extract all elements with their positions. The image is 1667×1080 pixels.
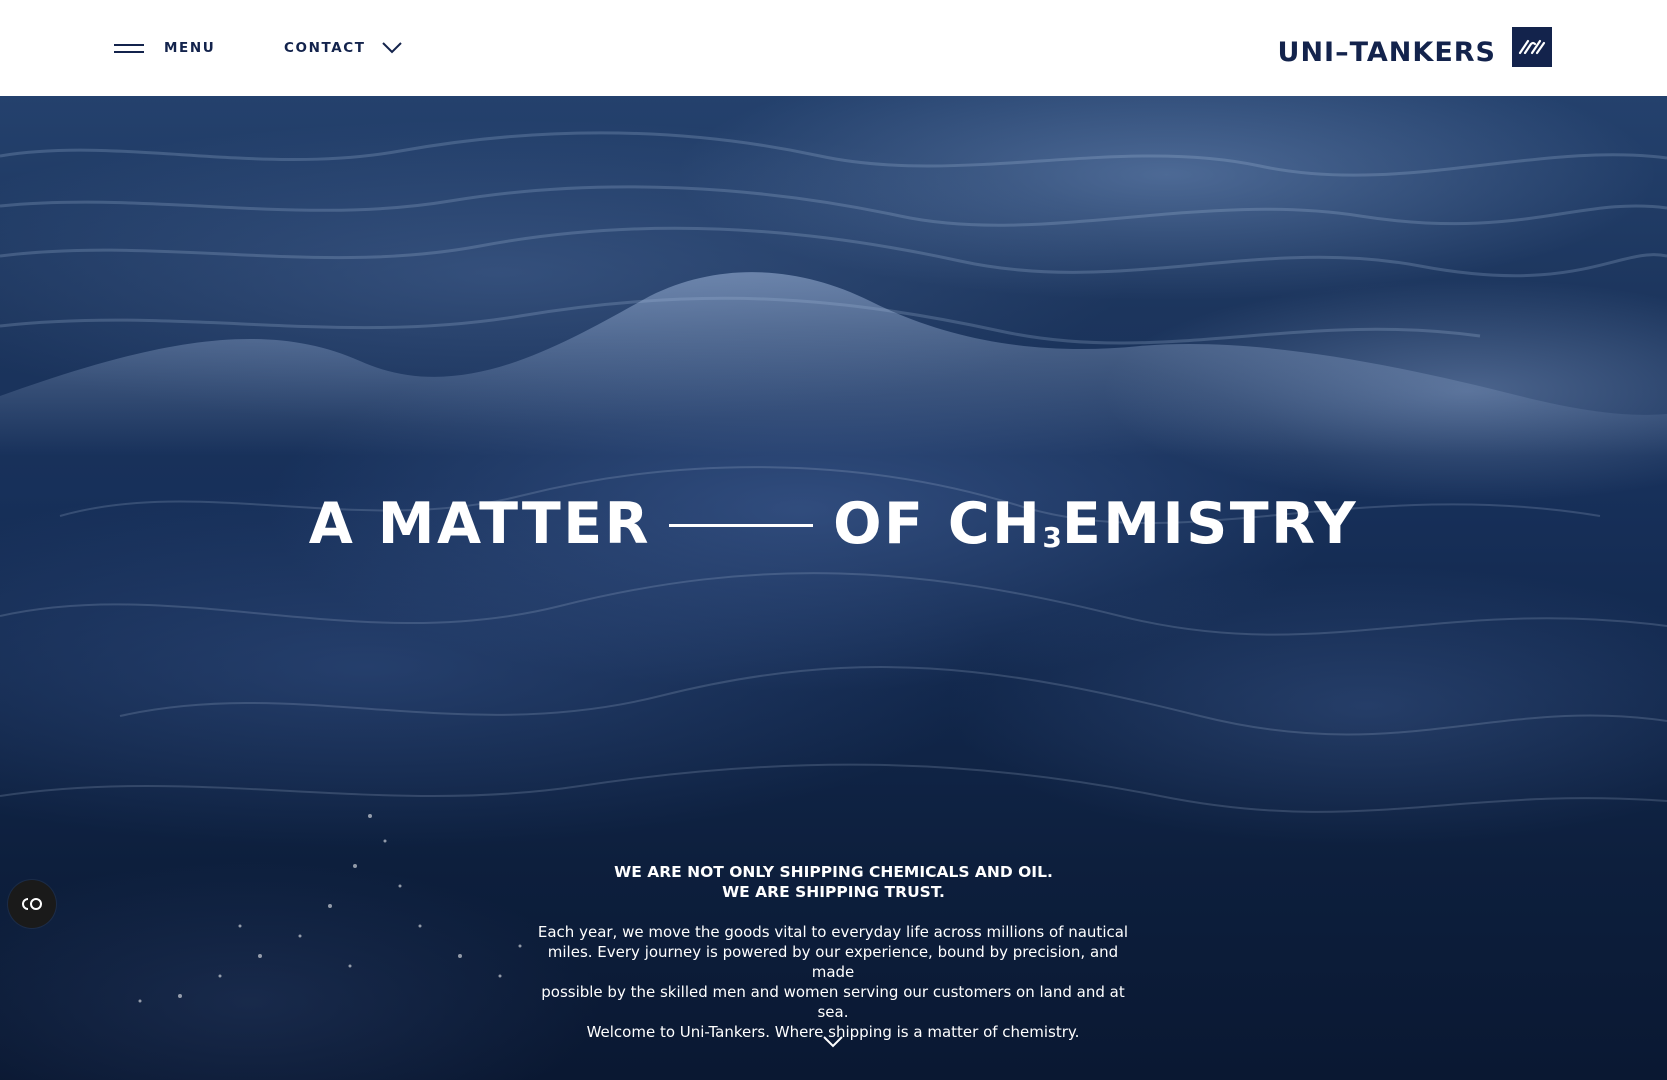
title-divider xyxy=(669,523,814,527)
menu-label: MENU xyxy=(164,40,216,56)
hero-title-left: A MATTER xyxy=(308,491,652,557)
hero-section: A MATTER OF CH 3 EMISTRY WE ARE NOT ONLY S… xyxy=(0,96,1667,1080)
body-line-2: miles. Every journey is powered by our e… xyxy=(547,943,1119,981)
contact-label: CONTACT xyxy=(284,40,366,56)
body-line-3: possible by the skilled men and women se… xyxy=(541,983,1125,1021)
hero-body-text: Each year, we move the goods vital to ev… xyxy=(533,922,1133,1042)
hamburger-icon xyxy=(114,42,144,54)
menu-button[interactable]: MENU xyxy=(114,36,215,60)
hero-title-right-prefix: OF CH xyxy=(833,491,1043,557)
logo-wordmark: UNI–TANKERS xyxy=(1277,37,1496,68)
accessibility-button[interactable] xyxy=(8,880,56,928)
uni-tankers-logo-icon xyxy=(1512,27,1552,67)
hero-title-subscript: 3 xyxy=(1042,521,1062,554)
tagline-line-1: WE ARE NOT ONLY SHIPPING CHEMICALS AND O… xyxy=(614,863,1053,881)
hero-title: A MATTER OF CH 3 EMISTRY xyxy=(0,492,1667,556)
hero-title-right-suffix: EMISTRY xyxy=(1061,491,1359,557)
accessibility-icon xyxy=(22,898,42,910)
scroll-down-chevron-icon[interactable] xyxy=(822,1035,844,1049)
site-logo[interactable]: UNI–TANKERS xyxy=(1278,25,1552,67)
chevron-down-icon xyxy=(381,42,402,54)
body-line-1: Each year, we move the goods vital to ev… xyxy=(537,923,1129,941)
tagline-line-2: WE ARE SHIPPING TRUST. xyxy=(722,883,945,901)
hero-tagline: WE ARE NOT ONLY SHIPPING CHEMICALS AND O… xyxy=(0,862,1667,902)
site-header: MENU CONTACT UNI–TANKERS xyxy=(0,0,1667,96)
contact-dropdown[interactable]: CONTACT xyxy=(284,36,402,60)
